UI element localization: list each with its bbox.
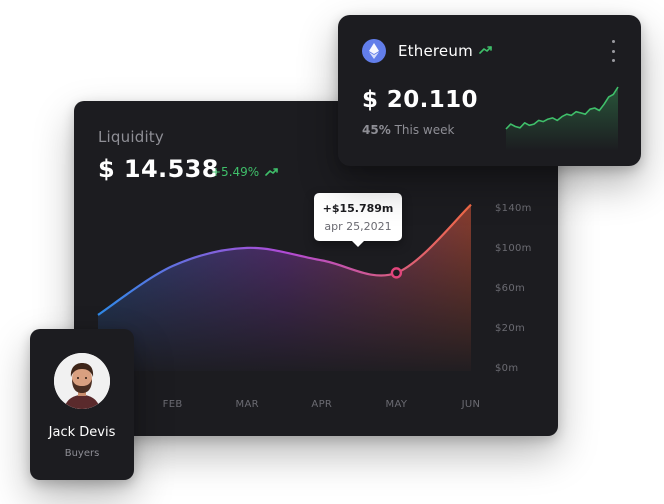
ethereum-sparkline <box>505 86 619 151</box>
tooltip-value: +$15.789m <box>322 202 394 215</box>
trend-up-icon <box>479 46 492 54</box>
more-options-icon[interactable] <box>604 40 622 62</box>
ethereum-week-change: 45% This week <box>362 123 454 137</box>
ethereum-card[interactable]: Ethereum $ 20.110 45% This week <box>338 15 641 166</box>
y-tick-label: $0m <box>495 363 518 374</box>
chart-highlight-point[interactable] <box>390 267 403 279</box>
avatar-icon <box>54 353 110 409</box>
ethereum-week-text: This week <box>394 123 455 137</box>
ethereum-icon <box>362 39 386 63</box>
x-tick-label: JUN <box>461 399 481 410</box>
ethereum-name: Ethereum <box>398 42 473 60</box>
dashboard-stage: Liquidity $ 14.538 +5.49% $140m $100m $6… <box>0 0 664 504</box>
y-tick-label: $100m <box>495 243 532 254</box>
chart-y-axis: $140m $100m $60m $20m $0m <box>495 203 532 374</box>
chart-area-fade <box>98 204 471 371</box>
y-tick-label: $20m <box>495 323 525 334</box>
tooltip-date: apr 25,2021 <box>324 220 392 233</box>
chart-tooltip: +$15.789m apr 25,2021 <box>314 193 402 247</box>
ethereum-price: $ 20.110 <box>362 87 478 113</box>
x-tick-label: MAY <box>386 399 408 410</box>
profile-name: Jack Devis <box>48 425 116 440</box>
x-tick-label: FEB <box>163 399 183 410</box>
x-tick-label: MAR <box>236 399 259 410</box>
chart-x-axis: FEB MAR APR MAY JUN <box>163 399 481 410</box>
ethereum-week-pct: 45% <box>362 123 391 137</box>
profile-role: Buyers <box>64 448 100 459</box>
profile-card[interactable]: Jack Devis Buyers <box>30 329 134 480</box>
sparkline-area <box>506 87 618 151</box>
y-tick-label: $60m <box>495 283 525 294</box>
chart-area-group <box>97 203 472 371</box>
y-tick-label: $140m <box>495 203 532 214</box>
x-tick-label: APR <box>311 399 332 410</box>
